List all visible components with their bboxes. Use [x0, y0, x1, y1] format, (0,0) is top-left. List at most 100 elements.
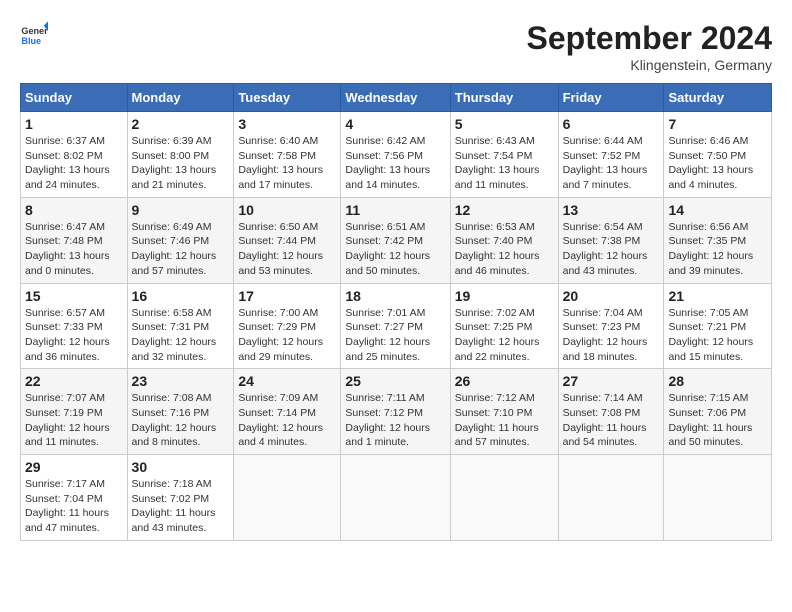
calendar-day-cell: 9 Sunrise: 6:49 AM Sunset: 7:46 PM Daylig… — [127, 197, 234, 283]
page-header: General Blue September 2024 Klingenstein… — [20, 20, 772, 73]
day-number: 13 — [563, 202, 660, 218]
day-number: 22 — [25, 373, 123, 389]
day-number: 18 — [345, 288, 445, 304]
weekday-header-cell: Sunday — [21, 84, 128, 112]
day-number: 3 — [238, 116, 336, 132]
weekday-header-row: SundayMondayTuesdayWednesdayThursdayFrid… — [21, 84, 772, 112]
calendar-day-cell: 17 Sunrise: 7:00 AM Sunset: 7:29 PM Dayli… — [234, 283, 341, 369]
day-detail: Sunrise: 7:18 AM Sunset: 7:02 PM Dayligh… — [132, 477, 230, 536]
day-detail: Sunrise: 6:49 AM Sunset: 7:46 PM Dayligh… — [132, 220, 230, 279]
calendar-day-cell: 13 Sunrise: 6:54 AM Sunset: 7:38 PM Dayli… — [558, 197, 664, 283]
day-detail: Sunrise: 6:42 AM Sunset: 7:56 PM Dayligh… — [345, 134, 445, 193]
calendar-day-cell: 26Sunrise: 7:12 AM Sunset: 7:10 PM Dayli… — [450, 369, 558, 455]
calendar-day-cell: 30 Sunrise: 7:18 AM Sunset: 7:02 PM Dayli… — [127, 455, 234, 541]
day-number: 27 — [563, 373, 660, 389]
weekday-header-cell: Thursday — [450, 84, 558, 112]
day-number: 19 — [455, 288, 554, 304]
calendar-day-cell: 24Sunrise: 7:09 AM Sunset: 7:14 PM Dayli… — [234, 369, 341, 455]
calendar-day-cell — [450, 455, 558, 541]
day-number: 23 — [132, 373, 230, 389]
day-number: 16 — [132, 288, 230, 304]
calendar-day-cell: 3Sunrise: 6:40 AM Sunset: 7:58 PM Daylig… — [234, 112, 341, 198]
day-detail: Sunrise: 7:05 AM Sunset: 7:21 PM Dayligh… — [668, 306, 767, 365]
calendar-week-row: 22 Sunrise: 7:07 AM Sunset: 7:19 PM Dayli… — [21, 369, 772, 455]
day-detail: Sunrise: 6:39 AM Sunset: 8:00 PM Dayligh… — [132, 134, 230, 193]
calendar-day-cell: 25 Sunrise: 7:11 AM Sunset: 7:12 PM Dayli… — [341, 369, 450, 455]
calendar-day-cell: 23 Sunrise: 7:08 AM Sunset: 7:16 PM Dayli… — [127, 369, 234, 455]
day-detail: Sunrise: 7:04 AM Sunset: 7:23 PM Dayligh… — [563, 306, 660, 365]
calendar-body: 1Sunrise: 6:37 AM Sunset: 8:02 PM Daylig… — [21, 112, 772, 541]
day-number: 14 — [668, 202, 767, 218]
calendar-day-cell: 2 Sunrise: 6:39 AM Sunset: 8:00 PM Daylig… — [127, 112, 234, 198]
day-detail: Sunrise: 6:37 AM Sunset: 8:02 PM Dayligh… — [25, 134, 123, 193]
calendar-week-row: 29 Sunrise: 7:17 AM Sunset: 7:04 PM Dayli… — [21, 455, 772, 541]
title-block: September 2024 Klingenstein, Germany — [527, 20, 772, 73]
calendar-day-cell — [558, 455, 664, 541]
calendar-day-cell — [341, 455, 450, 541]
calendar-day-cell: 18 Sunrise: 7:01 AM Sunset: 7:27 PM Dayli… — [341, 283, 450, 369]
calendar-week-row: 15 Sunrise: 6:57 AM Sunset: 7:33 PM Dayli… — [21, 283, 772, 369]
calendar-day-cell: 10Sunrise: 6:50 AM Sunset: 7:44 PM Dayli… — [234, 197, 341, 283]
calendar-day-cell — [234, 455, 341, 541]
logo-icon: General Blue — [20, 20, 48, 48]
day-detail: Sunrise: 6:46 AM Sunset: 7:50 PM Dayligh… — [668, 134, 767, 193]
day-detail: Sunrise: 7:08 AM Sunset: 7:16 PM Dayligh… — [132, 391, 230, 450]
day-number: 5 — [455, 116, 554, 132]
day-number: 29 — [25, 459, 123, 475]
calendar-day-cell: 12Sunrise: 6:53 AM Sunset: 7:40 PM Dayli… — [450, 197, 558, 283]
calendar-day-cell: 22 Sunrise: 7:07 AM Sunset: 7:19 PM Dayli… — [21, 369, 128, 455]
day-number: 4 — [345, 116, 445, 132]
calendar-day-cell: 6 Sunrise: 6:44 AM Sunset: 7:52 PM Daylig… — [558, 112, 664, 198]
day-detail: Sunrise: 7:01 AM Sunset: 7:27 PM Dayligh… — [345, 306, 445, 365]
day-number: 17 — [238, 288, 336, 304]
calendar-table: SundayMondayTuesdayWednesdayThursdayFrid… — [20, 83, 772, 541]
day-number: 26 — [455, 373, 554, 389]
calendar-day-cell: 11 Sunrise: 6:51 AM Sunset: 7:42 PM Dayli… — [341, 197, 450, 283]
day-detail: Sunrise: 6:53 AM Sunset: 7:40 PM Dayligh… — [455, 220, 554, 279]
day-number: 30 — [132, 459, 230, 475]
month-title: September 2024 — [527, 20, 772, 57]
day-detail: Sunrise: 6:47 AM Sunset: 7:48 PM Dayligh… — [25, 220, 123, 279]
calendar-week-row: 1Sunrise: 6:37 AM Sunset: 8:02 PM Daylig… — [21, 112, 772, 198]
day-detail: Sunrise: 6:43 AM Sunset: 7:54 PM Dayligh… — [455, 134, 554, 193]
svg-text:Blue: Blue — [21, 36, 41, 46]
calendar-day-cell: 7 Sunrise: 6:46 AM Sunset: 7:50 PM Daylig… — [664, 112, 772, 198]
day-detail: Sunrise: 7:07 AM Sunset: 7:19 PM Dayligh… — [25, 391, 123, 450]
day-detail: Sunrise: 7:11 AM Sunset: 7:12 PM Dayligh… — [345, 391, 445, 450]
day-detail: Sunrise: 7:15 AM Sunset: 7:06 PM Dayligh… — [668, 391, 767, 450]
day-number: 21 — [668, 288, 767, 304]
day-number: 9 — [132, 202, 230, 218]
calendar-day-cell: 19 Sunrise: 7:02 AM Sunset: 7:25 PM Dayli… — [450, 283, 558, 369]
day-number: 20 — [563, 288, 660, 304]
day-number: 24 — [238, 373, 336, 389]
day-number: 25 — [345, 373, 445, 389]
calendar-day-cell: 14 Sunrise: 6:56 AM Sunset: 7:35 PM Dayli… — [664, 197, 772, 283]
calendar-day-cell: 8Sunrise: 6:47 AM Sunset: 7:48 PM Daylig… — [21, 197, 128, 283]
weekday-header-cell: Friday — [558, 84, 664, 112]
day-detail: Sunrise: 6:54 AM Sunset: 7:38 PM Dayligh… — [563, 220, 660, 279]
day-detail: Sunrise: 6:58 AM Sunset: 7:31 PM Dayligh… — [132, 306, 230, 365]
day-detail: Sunrise: 6:57 AM Sunset: 7:33 PM Dayligh… — [25, 306, 123, 365]
day-number: 2 — [132, 116, 230, 132]
calendar-day-cell: 1Sunrise: 6:37 AM Sunset: 8:02 PM Daylig… — [21, 112, 128, 198]
calendar-day-cell: 28Sunrise: 7:15 AM Sunset: 7:06 PM Dayli… — [664, 369, 772, 455]
day-number: 15 — [25, 288, 123, 304]
calendar-day-cell: 21 Sunrise: 7:05 AM Sunset: 7:21 PM Dayli… — [664, 283, 772, 369]
day-number: 6 — [563, 116, 660, 132]
weekday-header-cell: Wednesday — [341, 84, 450, 112]
weekday-header-cell: Monday — [127, 84, 234, 112]
day-detail: Sunrise: 6:51 AM Sunset: 7:42 PM Dayligh… — [345, 220, 445, 279]
calendar-day-cell — [664, 455, 772, 541]
day-number: 7 — [668, 116, 767, 132]
day-detail: Sunrise: 6:50 AM Sunset: 7:44 PM Dayligh… — [238, 220, 336, 279]
day-detail: Sunrise: 6:56 AM Sunset: 7:35 PM Dayligh… — [668, 220, 767, 279]
weekday-header-cell: Saturday — [664, 84, 772, 112]
day-detail: Sunrise: 6:44 AM Sunset: 7:52 PM Dayligh… — [563, 134, 660, 193]
day-detail: Sunrise: 7:00 AM Sunset: 7:29 PM Dayligh… — [238, 306, 336, 365]
calendar-day-cell: 4 Sunrise: 6:42 AM Sunset: 7:56 PM Daylig… — [341, 112, 450, 198]
day-detail: Sunrise: 7:17 AM Sunset: 7:04 PM Dayligh… — [25, 477, 123, 536]
calendar-day-cell: 27Sunrise: 7:14 AM Sunset: 7:08 PM Dayli… — [558, 369, 664, 455]
svg-text:General: General — [21, 26, 48, 36]
day-detail: Sunrise: 7:02 AM Sunset: 7:25 PM Dayligh… — [455, 306, 554, 365]
day-number: 11 — [345, 202, 445, 218]
